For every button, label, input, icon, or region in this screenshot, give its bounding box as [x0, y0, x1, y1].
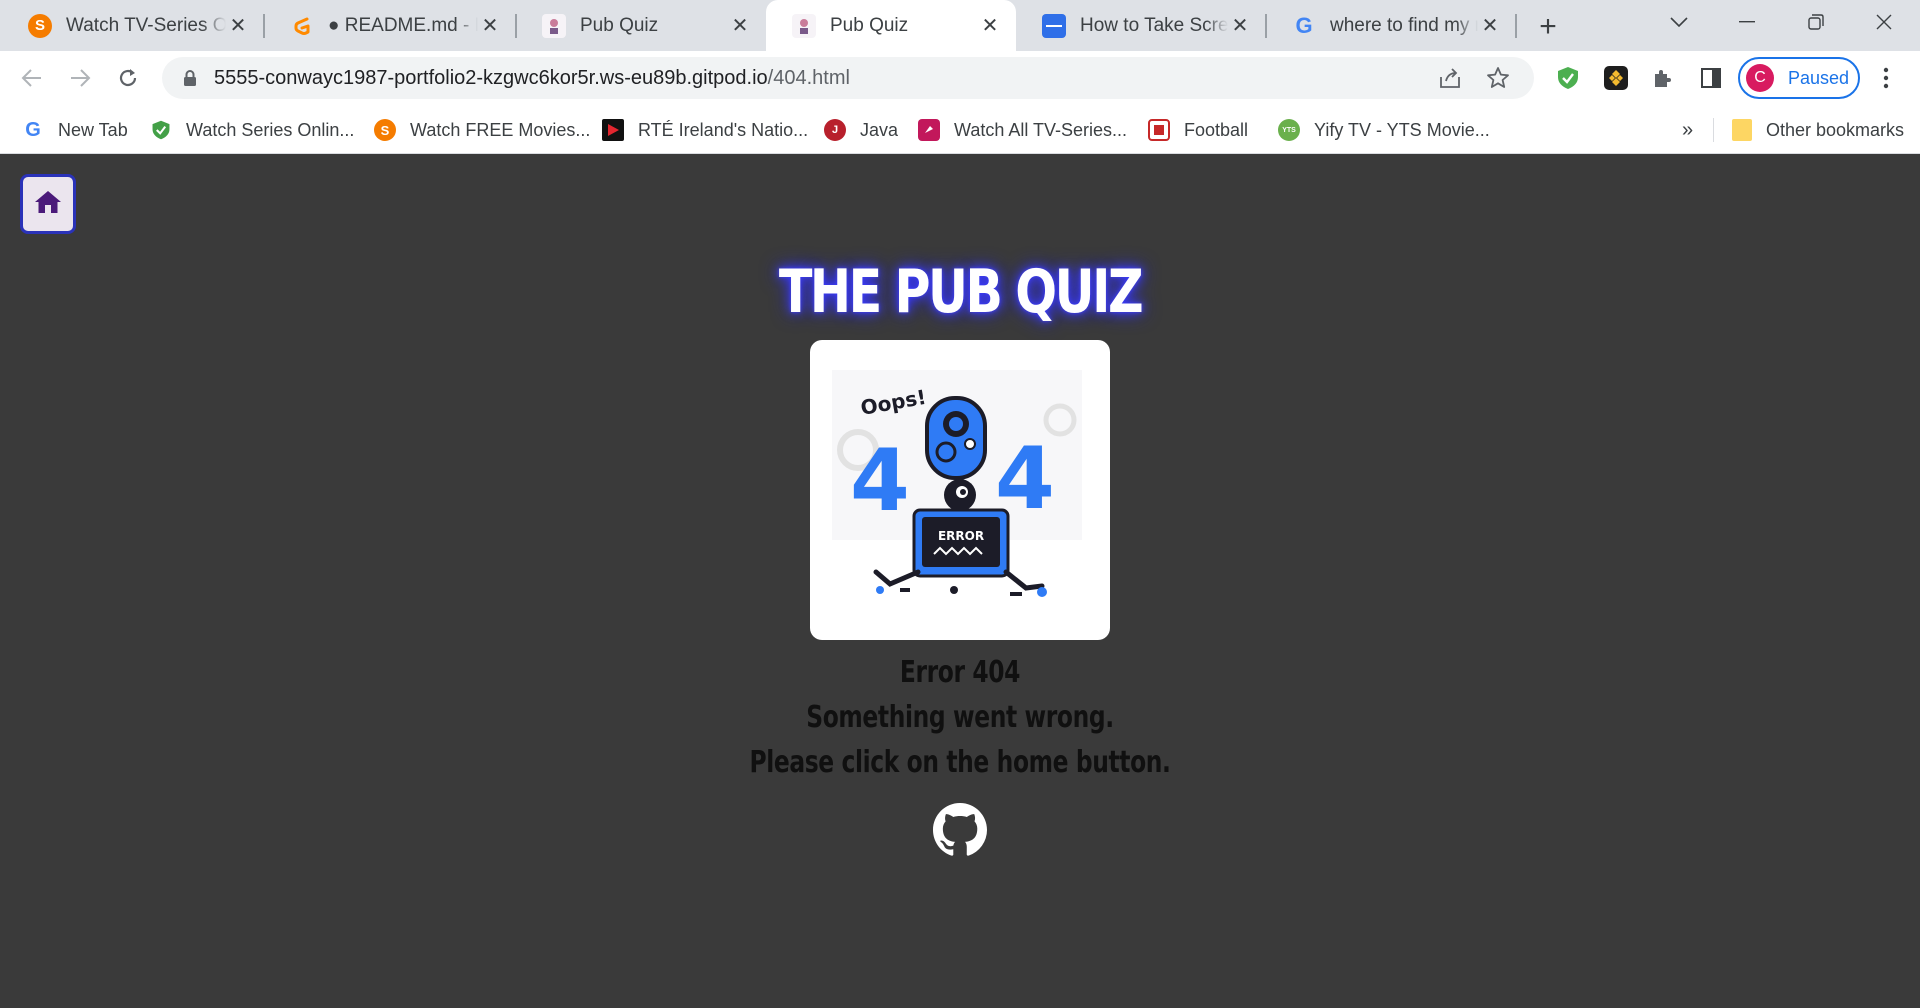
bookmarks-overflow-button[interactable]: » — [1682, 106, 1693, 154]
bookmark-label: RTÉ Ireland's Natio... — [638, 119, 809, 140]
tab-pub-quiz-active[interactable]: Pub Quiz ✕ — [766, 0, 1016, 51]
tab-title: Watch TV-Series Online — [66, 14, 226, 36]
url-text: 5555-conwayc1987-portfolio2-kzgwc6kor5r.… — [214, 67, 850, 90]
bookmarks-divider — [1713, 118, 1714, 142]
bookmarks-bar: G New Tab Watch Series Onlin... S Watch … — [0, 106, 1920, 154]
tab-screenshots[interactable]: How to Take Screenshots ✕ — [1016, 0, 1266, 51]
url-host: 5555-conwayc1987-portfolio2-kzgwc6kor5r.… — [214, 66, 768, 89]
bookmark-rte[interactable]: RTÉ Ireland's Natio... — [602, 106, 808, 154]
restore-icon[interactable] — [1788, 0, 1844, 44]
s-orange-icon: S — [28, 13, 52, 38]
close-icon[interactable]: ✕ — [1228, 14, 1252, 38]
github-icon[interactable] — [933, 803, 987, 857]
tv-series-icon — [918, 119, 940, 141]
shield-check-extension-icon[interactable] — [1553, 63, 1583, 93]
error-message-line-1: Something went wrong. — [806, 700, 1114, 735]
shield-check-icon — [150, 119, 172, 141]
bookmark-label: Watch FREE Movies... — [410, 119, 591, 140]
java-icon: J — [824, 119, 846, 141]
s-orange-icon: S — [374, 119, 396, 141]
bookmark-label: Watch All TV-Series... — [954, 119, 1128, 140]
close-icon[interactable]: ✕ — [226, 14, 250, 38]
avatar: C — [1746, 64, 1774, 92]
rte-play-icon — [602, 119, 624, 141]
address-bar[interactable]: 5555-conwayc1987-portfolio2-kzgwc6kor5r.… — [162, 57, 1534, 99]
tab-title: ● README.md - Portfolio2 — [328, 14, 478, 36]
home-button[interactable] — [20, 174, 76, 234]
bookmark-label: New Tab — [58, 119, 128, 140]
tab-readme[interactable]: ● README.md - Portfolio2 ✕ — [264, 0, 516, 51]
bookmark-watch-free-movies[interactable]: S Watch FREE Movies... — [374, 106, 590, 154]
bookmark-label: Java — [860, 119, 899, 140]
reload-button[interactable] — [108, 58, 148, 98]
error-message-line-2: Please click on the home button. — [749, 745, 1171, 780]
quiz-favicon — [792, 13, 816, 38]
tab-title: where to find my repository — [1330, 14, 1478, 36]
page-content: THE PUB QUIZ Oops! 4 4 ERROR Error 404 S… — [0, 155, 1920, 1008]
lock-icon[interactable] — [180, 68, 200, 88]
tab-title: Pub Quiz — [580, 14, 659, 36]
page-title: THE PUB QUIZ — [778, 257, 1144, 327]
tab-strip: S Watch TV-Series Online ✕ ● README.md -… — [0, 0, 1920, 51]
quiz-favicon — [542, 13, 566, 38]
bookmark-label: Watch Series Onlin... — [186, 119, 355, 140]
google-icon: G — [25, 118, 41, 141]
binance-extension-icon[interactable] — [1601, 63, 1631, 93]
menu-kebab-icon[interactable] — [1866, 58, 1906, 98]
tab-separator — [1515, 14, 1517, 38]
error-404-illustration: Oops! 4 4 ERROR — [810, 340, 1110, 640]
svg-text:4: 4 — [850, 431, 910, 531]
browser-toolbar: 5555-conwayc1987-portfolio2-kzgwc6kor5r.… — [0, 51, 1920, 106]
share-icon[interactable] — [1430, 57, 1470, 99]
tab-watch-tv-series[interactable]: S Watch TV-Series Online ✕ — [2, 0, 264, 51]
blue-doc-icon — [1042, 13, 1066, 38]
close-window-icon[interactable] — [1856, 0, 1912, 44]
url-path: /404.html — [767, 66, 850, 89]
bookmark-star-icon[interactable] — [1478, 57, 1518, 99]
bookmark-watch-all-tv[interactable]: Watch All TV-Series... — [918, 106, 1127, 154]
bookmark-football[interactable]: Football — [1148, 106, 1248, 154]
tab-title: Pub Quiz — [830, 14, 909, 36]
minimize-icon[interactable] — [1719, 0, 1775, 44]
yts-icon: YTS — [1278, 119, 1300, 141]
bookmark-new-tab[interactable]: G New Tab — [22, 106, 128, 154]
side-panel-icon[interactable] — [1696, 63, 1726, 93]
tab-google-search[interactable]: G where to find my repository ✕ — [1266, 0, 1516, 51]
home-icon — [34, 190, 62, 219]
new-tab-button[interactable]: + — [1530, 9, 1566, 45]
error-code-text: Error 404 — [899, 655, 1021, 690]
bookmark-yify[interactable]: YTS Yify TV - YTS Movie... — [1278, 106, 1490, 154]
close-icon[interactable]: ✕ — [1478, 14, 1502, 38]
close-icon[interactable]: ✕ — [478, 14, 502, 38]
close-icon[interactable]: ✕ — [978, 14, 1002, 38]
bookmark-java[interactable]: J Java — [824, 106, 898, 154]
profile-status: Paused — [1788, 67, 1850, 88]
other-bookmarks[interactable]: Other bookmarks — [1732, 106, 1904, 154]
folder-icon — [1732, 119, 1752, 141]
back-button[interactable] — [12, 58, 52, 98]
bookmark-label: Yify TV - YTS Movie... — [1314, 119, 1490, 140]
tab-pub-quiz-1[interactable]: Pub Quiz ✕ — [516, 0, 766, 51]
error-label-text: ERROR — [938, 529, 984, 543]
extensions-puzzle-icon[interactable] — [1648, 63, 1678, 93]
google-icon: G — [1295, 12, 1313, 38]
tab-title: How to Take Screenshots — [1080, 14, 1228, 36]
bookmark-label: Football — [1184, 119, 1249, 140]
profile-button[interactable]: C Paused — [1738, 57, 1860, 99]
forward-button[interactable] — [60, 58, 100, 98]
tab-search-chevron-icon[interactable] — [1651, 0, 1707, 44]
close-icon[interactable]: ✕ — [728, 14, 752, 38]
other-bookmarks-label: Other bookmarks — [1766, 119, 1905, 140]
bookmark-watch-series[interactable]: Watch Series Onlin... — [150, 106, 354, 154]
gitpod-icon — [290, 14, 314, 38]
football-icon — [1148, 119, 1170, 141]
